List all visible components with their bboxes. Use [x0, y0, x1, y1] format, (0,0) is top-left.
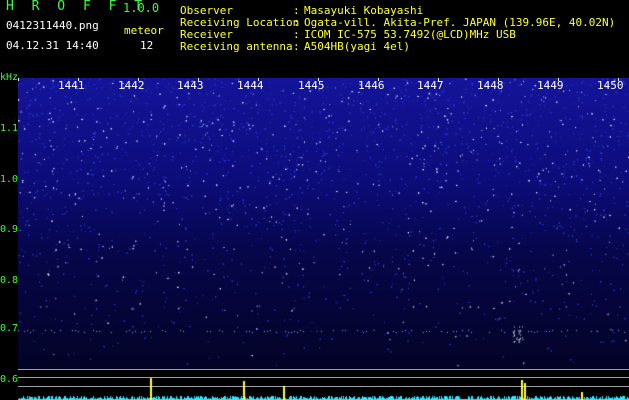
- minute-tick: [438, 78, 439, 81]
- waterfall-spectrogram: [18, 78, 629, 370]
- minute-label: 1448: [477, 79, 504, 92]
- minute-label: 1445: [298, 79, 325, 92]
- y-label: 0.9: [0, 224, 19, 235]
- info-value-antenna: A504HB(yagi 4el): [304, 40, 410, 53]
- y-label: 0.7: [0, 323, 19, 334]
- frequency-unit-label: kHz: [0, 72, 19, 83]
- hrofft-screen: H R O F F T 1.0.0 0412311440.png meteor …: [0, 0, 629, 400]
- minute-label: 1444: [237, 79, 264, 92]
- minute-label: 1441: [58, 79, 85, 92]
- info-separator: :: [293, 40, 300, 53]
- timestamp: 04.12.31 14:40: [6, 39, 99, 52]
- app-version: 1.0.0: [123, 1, 160, 15]
- minute-label: 1442: [118, 79, 145, 92]
- file-name: 0412311440.png: [6, 19, 99, 32]
- power-spectrum-trace: [18, 370, 629, 400]
- info-label-antenna: Receiving antenna: [180, 40, 293, 53]
- meteor-count: 12: [140, 39, 154, 52]
- minute-label: 1446: [358, 79, 385, 92]
- y-label: 0.8: [0, 275, 19, 286]
- y-label: 1.1: [0, 123, 19, 134]
- minute-tick: [558, 78, 559, 81]
- spectrogram-noise: [18, 78, 629, 370]
- minute-label: 1447: [417, 79, 444, 92]
- minute-tick: [138, 78, 139, 81]
- minute-tick: [318, 78, 319, 81]
- minute-tick: [378, 78, 379, 81]
- minute-tick: [258, 78, 259, 81]
- minute-label: 1449: [537, 79, 564, 92]
- y-label: 1.0: [0, 174, 19, 185]
- minute-tick: [498, 78, 499, 81]
- minute-label: 1450: [597, 79, 624, 92]
- minute-label: 1443: [177, 79, 204, 92]
- minute-tick: [618, 78, 619, 81]
- minute-tick: [198, 78, 199, 81]
- meteor-label: meteor: [124, 24, 164, 37]
- minute-tick: [18, 78, 19, 81]
- y-label: 0.6: [0, 374, 19, 385]
- minute-tick: [78, 78, 79, 81]
